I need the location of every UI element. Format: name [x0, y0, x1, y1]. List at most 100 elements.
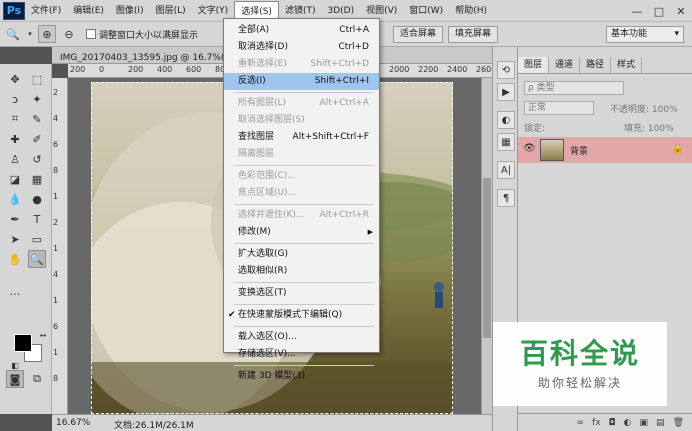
- maximize-button[interactable]: □: [648, 5, 670, 18]
- type-tool-icon[interactable]: T: [28, 210, 46, 228]
- select-menu-item[interactable]: 新建 3D 模型(3): [224, 368, 379, 385]
- layer-style-icon[interactable]: fx: [592, 418, 601, 428]
- layer-row-background[interactable]: 👁 背景 🔒: [518, 137, 692, 163]
- history-brush-icon[interactable]: ↺: [28, 150, 46, 168]
- menu-item-label: 焦点区域(U)...: [238, 188, 297, 198]
- ruler-mark: 1: [53, 296, 59, 305]
- swatches-panel-icon[interactable]: ▦: [497, 133, 515, 151]
- opacity-field[interactable]: 不透明度: 100%: [610, 102, 678, 116]
- select-menu-item[interactable]: 反选(I) Shift+Ctrl+I: [224, 73, 379, 90]
- new-layer-icon[interactable]: ▤: [656, 418, 665, 428]
- blur-tool-icon[interactable]: 💧: [6, 190, 24, 208]
- menu-11[interactable]: 帮助(H): [449, 1, 493, 21]
- blend-mode-select[interactable]: 正常: [524, 101, 594, 115]
- menu-item-label: 全部(A): [238, 25, 270, 35]
- adjustments-panel-icon[interactable]: ◐: [497, 111, 515, 129]
- select-menu-item[interactable]: 取消选择(D) Ctrl+D: [224, 39, 379, 56]
- pen-tool-icon[interactable]: ✒: [6, 210, 24, 228]
- select-menu-item: 隔离图层: [224, 146, 379, 163]
- rectangle-tool-icon[interactable]: ▭: [28, 230, 46, 248]
- properties-panel-icon[interactable]: ▶: [497, 83, 515, 101]
- ruler-mark: 6: [53, 140, 59, 149]
- eye-icon[interactable]: 👁: [523, 143, 536, 154]
- quick-mask-icon[interactable]: ◙: [6, 370, 24, 388]
- path-selection-icon[interactable]: ➤: [6, 230, 24, 248]
- zoom-tool-icon[interactable]: 🔍: [28, 250, 46, 268]
- zoom-out-icon[interactable]: ⊖: [60, 25, 78, 43]
- panel-tab-1[interactable]: 图层: [518, 57, 550, 73]
- screen-mode-icon[interactable]: ⧉: [28, 370, 46, 388]
- crop-tool-icon[interactable]: ⌗: [6, 110, 24, 128]
- resize-window-checkbox[interactable]: [86, 29, 96, 39]
- select-menu-item[interactable]: ✔ 在快速蒙版模式下编辑(Q): [224, 307, 379, 324]
- watermark-subtitle: 助你轻松解决: [537, 376, 622, 390]
- foreground-color-swatch[interactable]: [14, 334, 32, 352]
- ruler-mark: 2600: [476, 65, 492, 74]
- menu-3[interactable]: 图像(I): [110, 1, 150, 21]
- chevron-down-icon: ▾: [674, 29, 679, 39]
- adjustment-layer-icon[interactable]: ◐: [624, 418, 632, 428]
- vertical-scrollbar[interactable]: [481, 78, 492, 414]
- panel-tab-4[interactable]: 样式: [611, 57, 643, 73]
- lock-icon: 🔒: [671, 143, 684, 154]
- dodge-tool-icon[interactable]: ●: [28, 190, 46, 208]
- move-tool-icon[interactable]: ✥: [6, 70, 24, 88]
- paragraph-panel-icon[interactable]: ¶: [497, 189, 515, 207]
- chevron-down-icon[interactable]: ▾: [26, 25, 34, 43]
- marquee-tool-icon[interactable]: ⬚: [28, 70, 46, 88]
- select-menu-item[interactable]: 选取相似(R): [224, 263, 379, 280]
- ruler-mark: 2000: [389, 65, 410, 74]
- brush-tool-icon[interactable]: ✐: [28, 130, 46, 148]
- menu-10[interactable]: 窗口(W): [403, 1, 449, 21]
- fill-screen-button[interactable]: 填充屏幕: [448, 26, 499, 43]
- eraser-tool-icon[interactable]: ◪: [6, 170, 24, 188]
- select-menu-item[interactable]: 变换选区(T): [224, 285, 379, 302]
- select-menu-item: 焦点区域(U)...: [224, 185, 379, 202]
- swap-colors-icon[interactable]: ↔: [34, 326, 52, 344]
- menu-item-label: 查找图层: [238, 132, 275, 142]
- minimize-button[interactable]: —: [626, 5, 648, 18]
- clone-stamp-icon[interactable]: ♙: [6, 150, 24, 168]
- fill-field[interactable]: 填充: 100%: [624, 121, 674, 135]
- panel-tab-2[interactable]: 通道: [549, 57, 581, 73]
- gradient-tool-icon[interactable]: ▦: [28, 170, 46, 188]
- trash-icon[interactable]: 🗑: [673, 418, 684, 428]
- select-menu-item: 取消选择图层(S): [224, 112, 379, 129]
- ruler-mark: 600: [186, 65, 202, 74]
- ellipsis-icon[interactable]: …: [6, 282, 24, 300]
- menu-2[interactable]: 编辑(E): [67, 1, 110, 21]
- scrollbar-thumb[interactable]: [483, 178, 491, 338]
- zoom-tool-icon[interactable]: 🔍: [4, 25, 22, 43]
- select-menu-item[interactable]: 载入选区(O)...: [224, 329, 379, 346]
- menu-separator: [234, 304, 374, 305]
- menu-1[interactable]: 文件(F): [25, 1, 67, 21]
- lasso-tool-icon[interactable]: ↄ: [6, 90, 24, 108]
- menu-item-label: 取消选择(D): [238, 42, 288, 52]
- select-menu-item[interactable]: 查找图层 Alt+Shift+Ctrl+F: [224, 129, 379, 146]
- close-button[interactable]: ✕: [670, 5, 692, 18]
- panel-tab-3[interactable]: 路径: [580, 57, 612, 73]
- ruler-mark: 8: [53, 166, 59, 175]
- select-menu-item[interactable]: 修改(M) ▶: [224, 224, 379, 241]
- select-menu-item[interactable]: 存储选区(V)...: [224, 346, 379, 363]
- magic-wand-icon[interactable]: ✦: [28, 90, 46, 108]
- layer-kind-filter[interactable]: ρ 类型: [524, 81, 624, 95]
- workspace-select[interactable]: 基本功能 ▾: [606, 26, 684, 43]
- ruler-mark: 4: [53, 114, 59, 123]
- link-layers-icon[interactable]: ∞: [577, 418, 585, 428]
- layer-mask-icon[interactable]: ◘: [609, 418, 616, 428]
- select-menu-item[interactable]: 全部(A) Ctrl+A: [224, 22, 379, 39]
- eyedropper-icon[interactable]: ✎: [28, 110, 46, 128]
- zoom-level[interactable]: 16.67%: [56, 418, 90, 428]
- character-panel-icon[interactable]: A|: [497, 161, 515, 179]
- select-menu-item[interactable]: 扩大选取(G): [224, 246, 379, 263]
- menu-4[interactable]: 图层(L): [150, 1, 192, 21]
- fit-screen-button[interactable]: 适合屏幕: [393, 26, 444, 43]
- history-panel-icon[interactable]: ⟲: [497, 61, 515, 79]
- zoom-in-icon[interactable]: ⊕: [38, 25, 56, 43]
- healing-brush-icon[interactable]: ✚: [6, 130, 24, 148]
- menu-item-label: 在快速蒙版模式下编辑(Q): [238, 310, 343, 320]
- group-icon[interactable]: ▣: [640, 418, 649, 428]
- menu-separator: [234, 204, 374, 205]
- hand-tool-icon[interactable]: ✋: [6, 250, 24, 268]
